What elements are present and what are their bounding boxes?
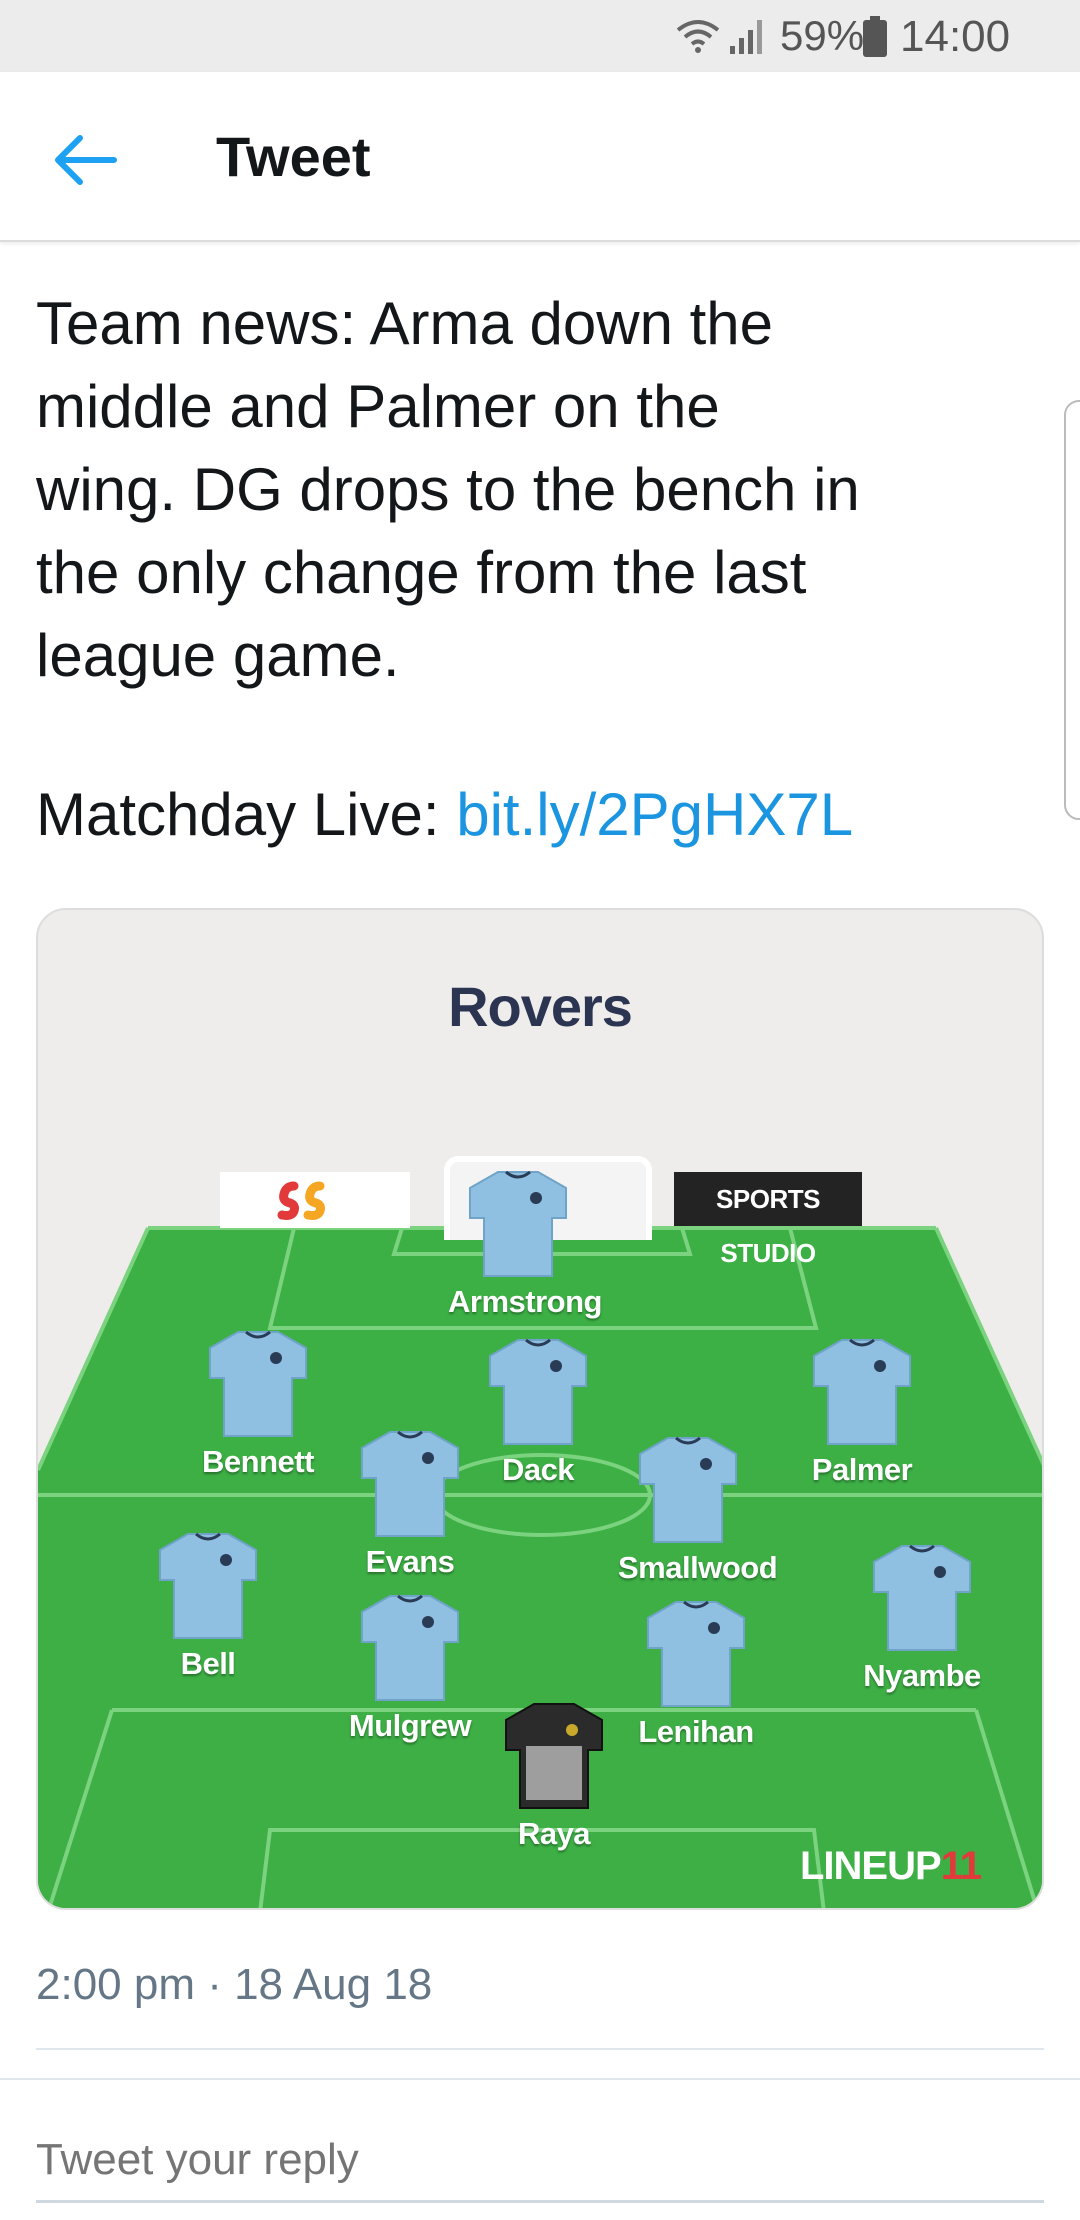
ss-logo [220,1172,410,1228]
player-name: Mulgrew [348,1708,472,1743]
player-name: Armstrong [448,1284,602,1319]
player-lenihan: Lenihan [626,1598,766,1750]
player-name: Palmer [811,1452,913,1487]
player-palmer: Palmer [792,1336,932,1488]
shirt-icon [361,1594,459,1701]
signal-icon [730,20,762,54]
ss-logo-mark [277,1181,325,1220]
divider [0,2078,1080,2080]
wifi-icon [676,20,720,53]
matchday-line: Matchday Live: bit.ly/2PgHX7L [36,780,853,849]
player-name: Bell [180,1646,236,1681]
player-dack: Dack [468,1336,608,1488]
edge-panel-handle[interactable] [1064,400,1080,820]
shirt-icon [813,1338,911,1445]
reply-input[interactable] [36,2120,1044,2200]
back-arrow-icon[interactable] [50,130,122,190]
player-name: Bennett [202,1444,314,1479]
matchday-link[interactable]: bit.ly/2PgHX7L [456,781,853,848]
shirt-icon [647,1600,745,1707]
lineup-image[interactable]: Rovers SPORTS STUDIO Armstrong Bennett D… [36,908,1044,1910]
player-name: Nyambe [863,1658,981,1693]
tweet-text: Team news: Arma down the middle and Palm… [36,290,860,689]
page-title: Tweet [216,125,371,188]
player-armstrong: Armstrong [448,1168,602,1320]
shirt-icon [159,1532,257,1639]
player-name: Evans [365,1544,455,1579]
team-name: Rovers [448,975,633,1038]
battery-percentage: 59% [780,12,865,59]
tweet-timestamp: 2:00 pm · 18 Aug 18 [36,1960,433,2009]
player-name: Raya [517,1816,591,1851]
shirt-icon [361,1430,459,1537]
player-evans: Evans [340,1428,480,1580]
clock: 14:00 [900,12,1011,61]
player-raya: Raya [484,1700,624,1852]
player-name: Dack [501,1452,575,1487]
sports-studio-logo: SPORTS STUDIO [674,1172,862,1268]
shirt-icon [469,1170,567,1277]
status-bar: 59% 14:00 [0,0,1080,72]
app-bar: Tweet [0,72,1080,242]
shirt-icon [873,1544,971,1651]
player-mulgrew: Mulgrew [340,1592,480,1744]
battery-icon [863,16,887,57]
player-bennett: Bennett [188,1328,328,1480]
player-bell: Bell [138,1530,278,1682]
shirt-icon [209,1330,307,1437]
player-nyambe: Nyambe [852,1542,992,1694]
reply-underline [36,2200,1044,2203]
goalkeeper-shirt-icon [505,1703,603,1809]
player-name: Lenihan [638,1714,754,1749]
lineup11-watermark: LINEUP11 [800,1844,982,1888]
shirt-icon [489,1338,587,1445]
player-smallwood: Smallwood [618,1434,778,1586]
divider [36,2048,1044,2050]
player-name: Smallwood [618,1550,778,1585]
shirt-icon [639,1436,737,1543]
matchday-label: Matchday Live: [36,781,457,848]
